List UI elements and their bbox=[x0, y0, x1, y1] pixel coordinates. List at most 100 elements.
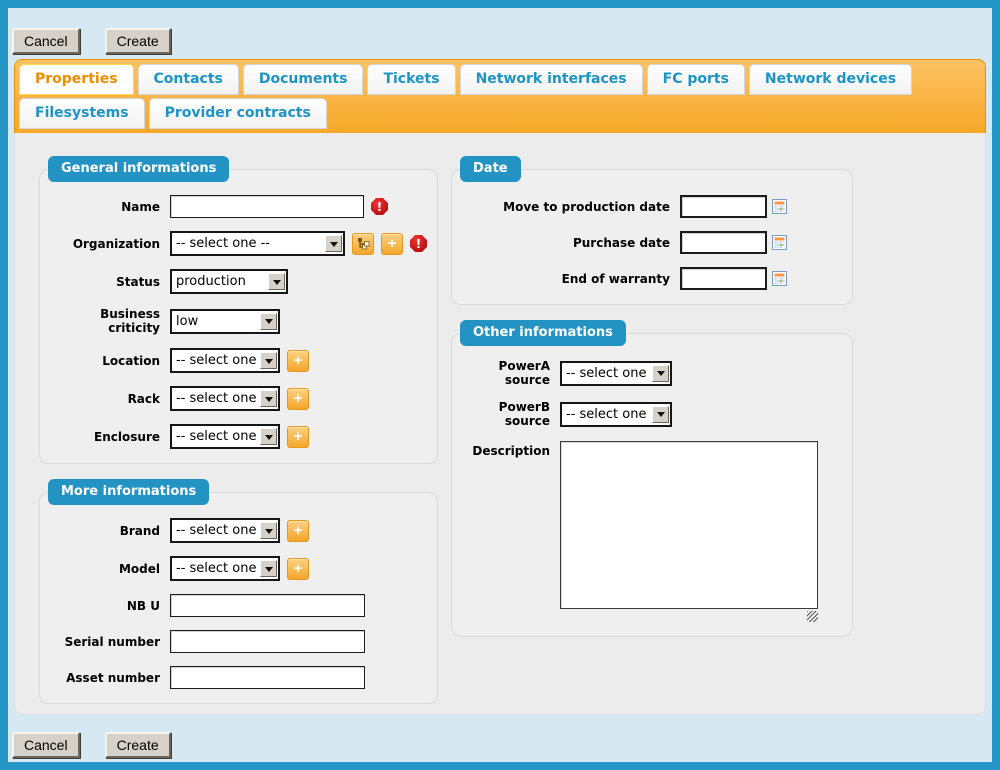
dropdown-arrow-icon bbox=[260, 390, 277, 407]
dropdown-arrow-icon bbox=[260, 560, 277, 577]
more-informations-fieldset: More informations Brand -- select one --… bbox=[39, 492, 438, 704]
tabbed-form-widget: Properties Contacts Documents Tickets Ne… bbox=[14, 59, 986, 715]
business-criticity-label: Business criticity bbox=[48, 307, 160, 335]
tab-network-interfaces[interactable]: Network interfaces bbox=[460, 64, 643, 95]
tab-filesystems[interactable]: Filesystems bbox=[19, 98, 145, 129]
tab-provider-contracts[interactable]: Provider contracts bbox=[149, 98, 327, 129]
add-rack-button[interactable]: + bbox=[287, 388, 309, 410]
name-label: Name bbox=[48, 200, 160, 214]
brand-select[interactable]: -- select one -- bbox=[170, 518, 280, 543]
error-icon: ! bbox=[410, 235, 427, 252]
powerb-source-select-value: -- select one -- bbox=[566, 407, 648, 422]
other-informations-fieldset: Other informations PowerA source -- sele… bbox=[451, 333, 853, 637]
properties-tab-panel: General informations Name ! Organization… bbox=[14, 133, 986, 715]
calendar-picker-button[interactable] bbox=[772, 271, 787, 286]
fieldset-legend-more: More informations bbox=[48, 479, 209, 505]
business-criticity-select-value: low bbox=[176, 314, 256, 329]
resize-grip-icon[interactable] bbox=[807, 611, 818, 622]
nb-u-label: NB U bbox=[48, 599, 160, 613]
cancel-button[interactable]: Cancel bbox=[12, 732, 80, 758]
status-select-value: production bbox=[176, 274, 264, 289]
serial-number-label: Serial number bbox=[48, 635, 160, 649]
rack-label: Rack bbox=[48, 392, 160, 406]
add-enclosure-button[interactable]: + bbox=[287, 426, 309, 448]
organization-select-value: -- select one -- bbox=[176, 236, 321, 251]
powerb-source-label: PowerB source bbox=[460, 400, 550, 428]
end-of-warranty-input[interactable] bbox=[680, 267, 767, 290]
dropdown-arrow-icon bbox=[260, 428, 277, 445]
enclosure-select-value: -- select one -- bbox=[176, 429, 256, 444]
fieldset-legend-date: Date bbox=[460, 156, 521, 182]
app-window: Cancel Create Properties Contacts Docume… bbox=[0, 0, 1000, 770]
name-input[interactable] bbox=[170, 195, 364, 218]
dropdown-arrow-icon bbox=[260, 313, 277, 330]
bottom-toolbar: Cancel Create bbox=[12, 732, 992, 758]
tab-tickets[interactable]: Tickets bbox=[367, 64, 455, 95]
calendar-picker-button[interactable] bbox=[772, 235, 787, 250]
tab-network-devices[interactable]: Network devices bbox=[749, 64, 912, 95]
location-select[interactable]: -- select one -- bbox=[170, 348, 280, 373]
move-to-production-date-label: Move to production date bbox=[460, 200, 670, 214]
status-select[interactable]: production bbox=[170, 269, 288, 294]
asset-number-label: Asset number bbox=[48, 671, 160, 685]
dropdown-arrow-icon bbox=[652, 365, 669, 382]
organization-select[interactable]: -- select one -- bbox=[170, 231, 345, 256]
hierarchy-icon bbox=[357, 237, 370, 250]
create-button[interactable]: Create bbox=[105, 732, 171, 758]
create-button[interactable]: Create bbox=[105, 28, 171, 54]
cancel-button[interactable]: Cancel bbox=[12, 28, 80, 54]
powerb-source-select[interactable]: -- select one -- bbox=[560, 402, 672, 427]
dropdown-arrow-icon bbox=[260, 352, 277, 369]
top-toolbar: Cancel Create bbox=[12, 28, 992, 54]
model-label: Model bbox=[48, 562, 160, 576]
location-label: Location bbox=[48, 354, 160, 368]
tab-bar: Properties Contacts Documents Tickets Ne… bbox=[14, 59, 986, 133]
nb-u-input[interactable] bbox=[170, 594, 365, 617]
add-organization-button[interactable]: + bbox=[381, 233, 403, 255]
brand-label: Brand bbox=[48, 524, 160, 538]
enclosure-select[interactable]: -- select one -- bbox=[170, 424, 280, 449]
tab-documents[interactable]: Documents bbox=[243, 64, 364, 95]
tab-fc-ports[interactable]: FC ports bbox=[647, 64, 745, 95]
purchase-date-input[interactable] bbox=[680, 231, 767, 254]
tab-properties[interactable]: Properties bbox=[19, 64, 134, 95]
location-select-value: -- select one -- bbox=[176, 353, 256, 368]
purchase-date-label: Purchase date bbox=[460, 236, 670, 250]
model-select[interactable]: -- select one -- bbox=[170, 556, 280, 581]
fieldset-legend-general: General informations bbox=[48, 156, 229, 182]
description-textarea[interactable] bbox=[560, 441, 818, 609]
dropdown-arrow-icon bbox=[260, 522, 277, 539]
general-informations-fieldset: General informations Name ! Organization… bbox=[39, 169, 438, 464]
description-label: Description bbox=[460, 444, 550, 458]
model-select-value: -- select one -- bbox=[176, 561, 256, 576]
tab-contacts[interactable]: Contacts bbox=[138, 64, 239, 95]
date-fieldset: Date Move to production date bbox=[451, 169, 853, 305]
brand-select-value: -- select one -- bbox=[176, 523, 256, 538]
rack-select[interactable]: -- select one -- bbox=[170, 386, 280, 411]
powera-source-select[interactable]: -- select one -- bbox=[560, 361, 672, 386]
business-criticity-select[interactable]: low bbox=[170, 309, 280, 334]
add-brand-button[interactable]: + bbox=[287, 520, 309, 542]
dropdown-arrow-icon bbox=[652, 406, 669, 423]
dropdown-arrow-icon bbox=[325, 235, 342, 252]
rack-select-value: -- select one -- bbox=[176, 391, 256, 406]
serial-number-input[interactable] bbox=[170, 630, 365, 653]
calendar-icon bbox=[772, 271, 787, 286]
fieldset-legend-other: Other informations bbox=[460, 320, 626, 346]
error-icon: ! bbox=[371, 198, 388, 215]
add-location-button[interactable]: + bbox=[287, 350, 309, 372]
calendar-icon bbox=[772, 199, 787, 214]
powera-source-label: PowerA source bbox=[460, 359, 550, 387]
calendar-icon bbox=[772, 235, 787, 250]
move-to-production-date-input[interactable] bbox=[680, 195, 767, 218]
powera-source-select-value: -- select one -- bbox=[566, 366, 648, 381]
hierarchy-browse-button[interactable] bbox=[352, 233, 374, 255]
end-of-warranty-label: End of warranty bbox=[460, 272, 670, 286]
calendar-picker-button[interactable] bbox=[772, 199, 787, 214]
status-label: Status bbox=[48, 275, 160, 289]
asset-number-input[interactable] bbox=[170, 666, 365, 689]
enclosure-label: Enclosure bbox=[48, 430, 160, 444]
dropdown-arrow-icon bbox=[268, 273, 285, 290]
add-model-button[interactable]: + bbox=[287, 558, 309, 580]
organization-label: Organization bbox=[48, 237, 160, 251]
